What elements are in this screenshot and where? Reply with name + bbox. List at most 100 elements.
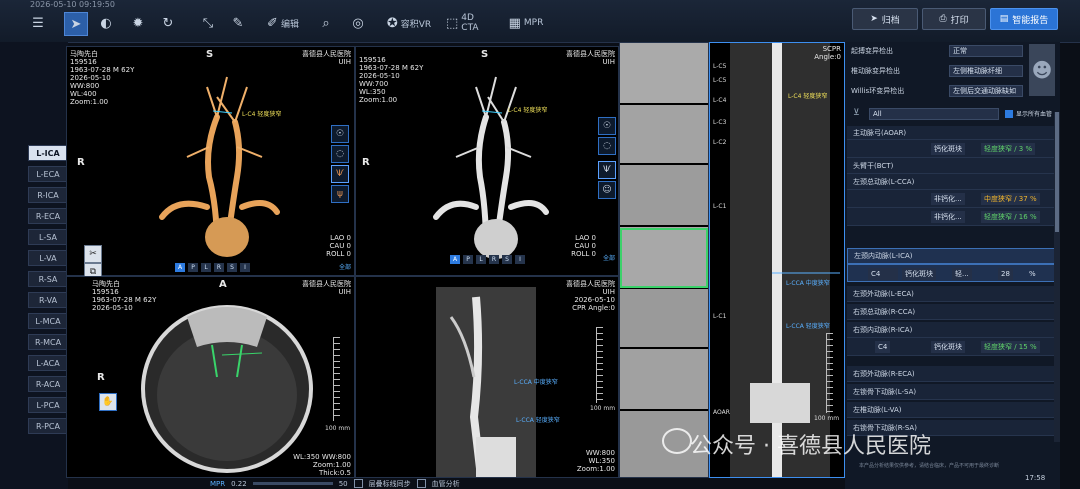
- edit-button[interactable]: ✐ 编辑: [262, 12, 304, 34]
- variant-value-3[interactable]: 左侧后交通动脉缺如: [949, 85, 1023, 97]
- row-aoar-detail[interactable]: 钙化斑块 轻度狭窄 / 3 %: [847, 140, 1055, 158]
- scroll-thumb[interactable]: [1055, 112, 1059, 232]
- nav-r-mca[interactable]: R-MCA: [28, 334, 68, 350]
- sync-checkbox[interactable]: [353, 479, 363, 488]
- viewport-cpr[interactable]: 喜德县人民医院 UIH 2026-05-10 CPR Angle:0 L-CCA…: [355, 276, 619, 478]
- thumb-vessel-color[interactable]: Ѱ: [331, 165, 349, 183]
- section-aoar[interactable]: 主动脉弓(AOAR): [847, 126, 1055, 140]
- cta-button[interactable]: ⬚ 4D CTA: [446, 12, 494, 34]
- nav-r-ica[interactable]: R-ICA: [28, 187, 68, 203]
- mpr-mode[interactable]: MPR: [210, 480, 225, 488]
- straight-header: SCPR Angle:0: [814, 45, 841, 61]
- section-leca[interactable]: 左颈外动脉(L-ECA): [847, 286, 1055, 302]
- filter-dropdown[interactable]: All: [869, 108, 999, 120]
- print-button[interactable]: ⎙ 打印: [922, 8, 986, 30]
- list-button[interactable]: ☰: [28, 12, 48, 34]
- percent-input[interactable]: 28: [998, 268, 1013, 280]
- pct-lcca-2: 轻度狭窄 / 16 %: [984, 213, 1037, 221]
- pill-r[interactable]: R: [214, 263, 224, 272]
- disclaimer: 本产品分析结果仅供参考，请结合临床，产品不可用于最终诊断: [859, 463, 1000, 469]
- thumb-skull[interactable]: ☉: [331, 125, 349, 143]
- variant-value-1[interactable]: 正常: [949, 45, 1023, 57]
- pill-l[interactable]: L: [476, 255, 486, 264]
- zoom-button[interactable]: ⌕: [316, 12, 336, 34]
- nav-l-sa[interactable]: L-SA: [28, 229, 68, 245]
- thumb-bone[interactable]: ◌: [331, 145, 349, 163]
- nav-l-pca[interactable]: L-PCA: [28, 397, 68, 413]
- segment-select[interactable]: C4: [868, 268, 898, 280]
- stenosis-select[interactable]: 轻...: [952, 268, 972, 280]
- report-icon: ▤: [999, 14, 1009, 24]
- nav-l-mca[interactable]: L-MCA: [28, 313, 68, 329]
- nav-r-eca[interactable]: R-ECA: [28, 208, 68, 224]
- pen-button[interactable]: ✎: [228, 12, 248, 34]
- thumb-head[interactable]: ☺: [598, 181, 616, 199]
- pill-r[interactable]: R: [489, 255, 499, 264]
- pill-l[interactable]: L: [201, 263, 211, 272]
- vr2-orient-left: R: [362, 157, 370, 168]
- pill-i[interactable]: I: [240, 263, 250, 272]
- section-lsa-name: 左锁骨下动脉(L-SA): [853, 387, 917, 396]
- section-reca[interactable]: 右颈外动脉(R-ECA): [847, 366, 1055, 382]
- nav-r-va[interactable]: R-VA: [28, 292, 68, 308]
- measure-button[interactable]: ⤡: [198, 12, 218, 34]
- pill-p[interactable]: P: [463, 255, 473, 264]
- analysis-checkbox[interactable]: [416, 479, 426, 488]
- row-lica-edit[interactable]: C4 钙化斑块 轻... 28 %: [847, 264, 1055, 282]
- pill-p[interactable]: P: [188, 263, 198, 272]
- section-lva-name: 左椎动脉(L-VA): [853, 405, 902, 414]
- section-lva[interactable]: 左椎动脉(L-VA): [847, 402, 1055, 418]
- thumb-vessel-orange[interactable]: ψ: [331, 185, 349, 203]
- pill-a[interactable]: A: [175, 263, 185, 272]
- nav-l-aca[interactable]: L-ACA: [28, 355, 68, 371]
- vr1-all-dropdown[interactable]: 全部: [339, 262, 351, 271]
- thumb-skull[interactable]: ☉: [598, 117, 616, 135]
- send-button[interactable]: ➤ 归档: [852, 8, 918, 30]
- nav-r-sa[interactable]: R-SA: [28, 271, 68, 287]
- vr-button[interactable]: ✪ 容积VR: [384, 12, 434, 34]
- nav-l-eca[interactable]: L-ECA: [28, 166, 68, 182]
- cpr-ruler: [596, 327, 603, 403]
- section-lica[interactable]: 左颈内动脉(L-ICA): [847, 248, 1055, 264]
- pill-a[interactable]: A: [450, 255, 460, 264]
- scissors-tool[interactable]: ✂: [84, 245, 102, 263]
- viewport-vr-color[interactable]: 马陶先白 159516 1963-07-28 M 62Y 2026-05-10 …: [66, 46, 355, 276]
- viewport-vr-gray[interactable]: 159516 1963-07-28 M 62Y 2026-05-10 WW:70…: [355, 46, 619, 276]
- nav-l-va[interactable]: L-VA: [28, 250, 68, 266]
- pill-i[interactable]: I: [515, 255, 525, 264]
- nav-l-ica[interactable]: L-ICA: [28, 145, 68, 161]
- show-all-checkbox[interactable]: [1005, 110, 1013, 118]
- row-lcca-2[interactable]: 非钙化... 轻度狭窄 / 16 %: [847, 208, 1055, 226]
- row-lcca-1[interactable]: 非钙化... 中度狭窄 / 37 %: [847, 190, 1055, 208]
- viewport-cross-sections[interactable]: [619, 42, 709, 478]
- section-lcca[interactable]: 左颈总动脉(L-CCA): [847, 174, 1055, 190]
- section-rcca[interactable]: 右颈总动脉(R-CCA): [847, 304, 1055, 320]
- pointer-button[interactable]: ➤: [64, 12, 88, 36]
- straight-ruler: [826, 333, 833, 413]
- vessel-color-icon: Ѱ: [336, 169, 344, 179]
- nav-r-pca[interactable]: R-PCA: [28, 418, 68, 434]
- hand-tool[interactable]: ✋: [99, 393, 117, 411]
- thumb-vessel-gray[interactable]: Ѱ: [598, 161, 616, 179]
- viewport-axial[interactable]: 马陶先白 159516 1963-07-28 M 62Y 2026-05-10 …: [66, 276, 355, 478]
- report-button[interactable]: ▤ 智能报告: [990, 8, 1058, 30]
- thickness-slider[interactable]: [252, 482, 333, 485]
- section-bct[interactable]: 头臂干(BCT): [847, 158, 1055, 174]
- viewport-straightened[interactable]: SCPR Angle:0 L-C5 L-C5 L-C4 L-C3 L-C2 L-…: [709, 42, 845, 478]
- variant-value-2[interactable]: 左侧椎动脉纤细: [949, 65, 1023, 77]
- brightness-button[interactable]: ✹: [128, 12, 148, 34]
- pill-s[interactable]: S: [502, 255, 512, 264]
- nav-r-aca[interactable]: R-ACA: [28, 376, 68, 392]
- section-lsa[interactable]: 左锁骨下动脉(L-SA): [847, 384, 1055, 400]
- contrast-button[interactable]: ◐: [96, 12, 116, 34]
- mpr-button[interactable]: ▦ MPR: [506, 12, 546, 34]
- panel-scrollbar[interactable]: [1054, 112, 1060, 442]
- vr2-all-dropdown[interactable]: 全部: [603, 253, 615, 262]
- plaque-select[interactable]: 钙化斑块: [902, 268, 936, 280]
- pill-s[interactable]: S: [227, 263, 237, 272]
- thumb-bone[interactable]: ◌: [598, 137, 616, 155]
- rotate-button[interactable]: ↻: [158, 12, 178, 34]
- ai-button[interactable]: ◎: [348, 12, 368, 34]
- section-rica[interactable]: 右颈内动脉(R-ICA): [847, 322, 1055, 338]
- row-rica-detail[interactable]: C4 钙化斑块 轻度狭窄 / 15 %: [847, 338, 1055, 356]
